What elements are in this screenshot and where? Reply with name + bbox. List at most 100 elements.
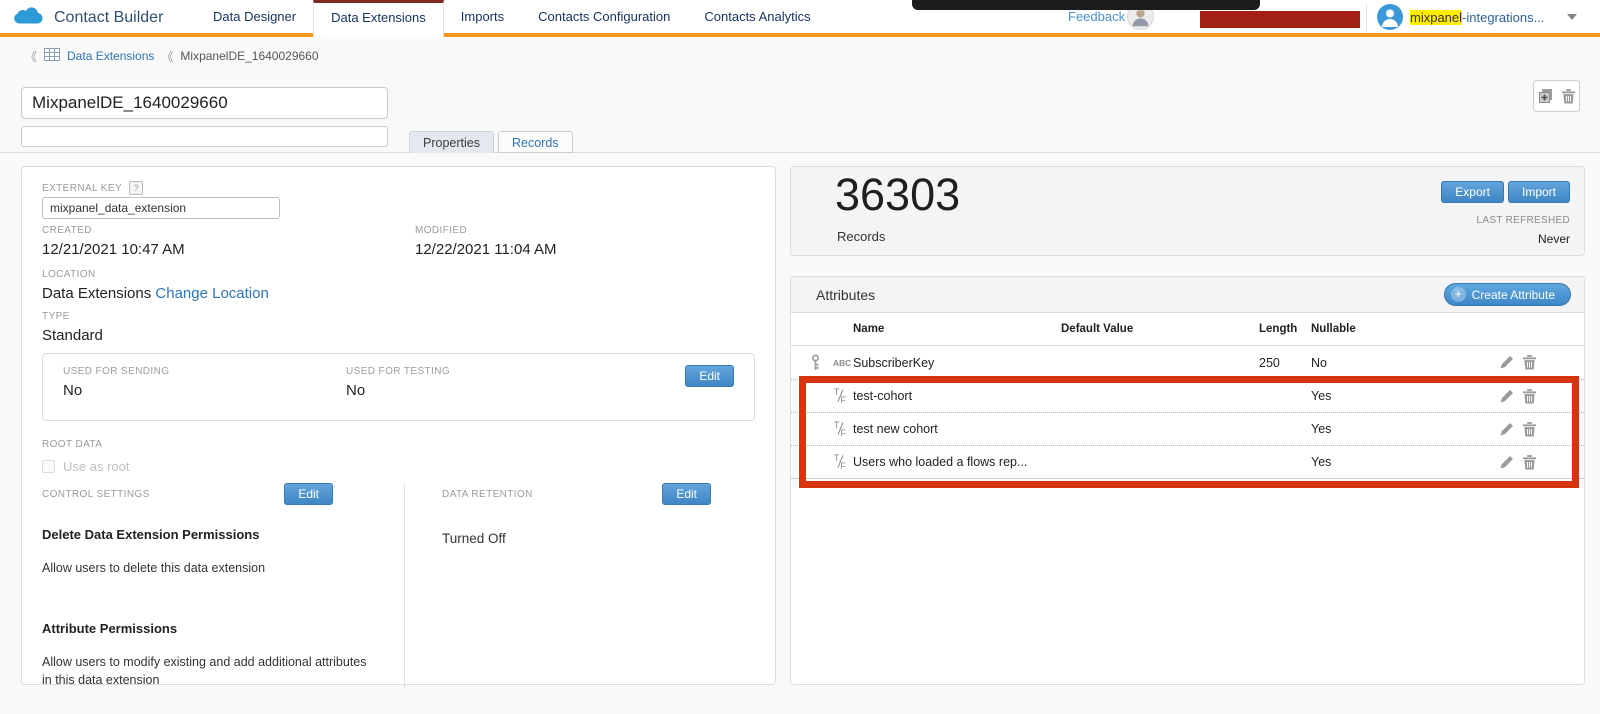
tab-records[interactable]: Records [498,131,573,153]
location-value: Data Extensions [42,285,151,302]
edit-usage-button[interactable]: Edit [685,365,734,387]
user-name-highlight: mixpanel [1410,10,1462,25]
boolean-type-icon: TF [833,388,853,404]
breadcrumb-current: MixpanelDE_1640029660 [180,49,318,63]
column-default-value: Default Value [1061,323,1259,335]
delete-attribute-icon[interactable] [1523,455,1536,470]
redaction-black [912,0,1260,10]
last-refreshed-label: LAST REFRESHED [1441,215,1570,226]
help-icon[interactable]: ? [129,181,143,195]
view-tabs: Properties Records [409,131,573,153]
user-menu-caret-icon[interactable] [1567,14,1577,20]
nav-tab-contacts-analytics[interactable]: Contacts Analytics [687,0,827,33]
data-retention-value: Turned Off [442,531,711,546]
column-nullable: Nullable [1311,323,1464,335]
delete-attribute-icon[interactable] [1523,389,1536,404]
modified-label: MODIFIED [415,225,557,236]
control-settings-label: CONTROL SETTINGS [42,489,150,500]
delete-attribute-icon[interactable] [1523,355,1536,370]
used-for-testing-label: USED FOR TESTING [346,366,450,377]
edit-attribute-icon[interactable] [1500,455,1514,469]
delete-permissions-title: Delete Data Extension Permissions [42,527,333,542]
root-data-label: ROOT DATA [42,439,129,450]
user-avatar-icon[interactable] [1377,4,1403,30]
attribute-name: test-cohort [853,389,1061,403]
breadcrumb-back-icon[interactable]: 《 [25,48,37,65]
plus-icon: + [1451,287,1466,302]
external-key-input[interactable] [42,197,280,219]
nav-tab-imports[interactable]: Imports [444,0,521,33]
copy-extension-icon[interactable] [1538,88,1554,104]
tabs-underline [0,152,1600,153]
edit-attribute-icon[interactable] [1500,389,1514,403]
extension-description-input[interactable] [21,126,388,147]
text-type-icon: ABC [833,358,853,368]
type-label: TYPE [42,311,103,322]
nav-divider [1366,4,1367,31]
attribute-permissions-title: Attribute Permissions [42,621,333,636]
edit-data-retention-button[interactable]: Edit [662,483,711,505]
cloud-logo-icon [12,4,44,32]
attributes-card: Attributes + Create Attribute Name Defau… [790,276,1585,685]
primary-key-icon [811,354,823,371]
attribute-length: 250 [1259,356,1311,370]
used-for-testing-value: No [346,382,450,399]
feedback-link[interactable]: Feedback [1068,9,1125,24]
attribute-row-subscriberkey: ABC SubscriberKey 250 No [791,346,1584,379]
attribute-nullable: Yes [1311,389,1464,403]
app-logo[interactable]: Contact Builder [12,4,163,32]
delete-attribute-icon[interactable] [1523,422,1536,437]
attributes-title: Attributes [816,287,875,303]
attribute-permissions-desc: Allow users to modify existing and add a… [42,653,377,689]
breadcrumb-data-extensions-link[interactable]: Data Extensions [67,49,154,63]
nav-tabs: Data Designer Data Extensions Imports Co… [196,0,828,37]
record-count-label: Records [837,229,885,244]
edit-attribute-icon[interactable] [1500,355,1514,369]
nav-tab-data-designer[interactable]: Data Designer [196,0,313,33]
type-value: Standard [42,327,103,344]
properties-card: EXTERNAL KEY ? CREATED 12/21/2021 10:47 … [21,166,776,685]
attribute-name: test new cohort [853,422,1061,436]
attribute-row-users-who-loaded: TF Users who loaded a flows rep... Yes [791,445,1584,478]
records-summary-card: 36303 Records Export Import LAST REFRESH… [790,166,1585,256]
nav-tab-contacts-configuration[interactable]: Contacts Configuration [521,0,687,33]
create-attribute-button[interactable]: + Create Attribute [1444,283,1571,306]
data-retention-label: DATA RETENTION [442,489,533,500]
nav-tab-data-extensions[interactable]: Data Extensions [313,0,444,37]
change-location-link[interactable]: Change Location [155,285,268,302]
used-for-sending-label: USED FOR SENDING [63,366,346,377]
extension-name-input[interactable] [21,87,388,119]
user-menu[interactable]: mixpanel-integrations... [1410,10,1544,25]
attribute-nullable: Yes [1311,455,1464,469]
used-for-sending-value: No [63,382,346,399]
record-count: 36303 [835,169,960,221]
attribute-row-test-cohort: TF test-cohort Yes [791,379,1584,412]
edit-attribute-icon[interactable] [1500,422,1514,436]
attribute-name: Users who loaded a flows rep... [853,455,1061,469]
usage-box: USED FOR SENDING No USED FOR TESTING No … [42,353,755,421]
created-value: 12/21/2021 10:47 AM [42,241,185,258]
modified-value: 12/22/2021 11:04 AM [415,241,557,258]
attribute-row-test-new-cohort: TF test new cohort Yes [791,412,1584,445]
create-attribute-label: Create Attribute [1472,288,1555,302]
delete-permissions-desc: Allow users to delete this data extensio… [42,559,333,577]
location-label: LOCATION [42,269,269,280]
last-refreshed-value: Never [1441,232,1570,246]
import-button[interactable]: Import [1508,181,1570,203]
boolean-type-icon: TF [833,421,853,437]
use-as-root-label: Use as root [63,459,129,474]
created-label: CREATED [42,225,185,236]
attribute-name: SubscriberKey [853,356,1061,370]
use-as-root-checkbox [42,460,55,473]
export-button[interactable]: Export [1441,181,1504,203]
extension-actions-toolbar [1533,80,1580,112]
attributes-table-header: Name Default Value Length Nullable [791,313,1584,346]
breadcrumb: 《 Data Extensions 《 MixpanelDE_164002966… [0,37,1600,75]
boolean-type-icon: TF [833,454,853,470]
delete-extension-icon[interactable] [1562,89,1575,104]
edit-control-settings-button[interactable]: Edit [284,483,333,505]
top-nav: Contact Builder Data Designer Data Exten… [0,0,1600,33]
column-length: Length [1259,323,1311,335]
app-title: Contact Builder [54,9,163,27]
tab-properties[interactable]: Properties [409,131,494,153]
